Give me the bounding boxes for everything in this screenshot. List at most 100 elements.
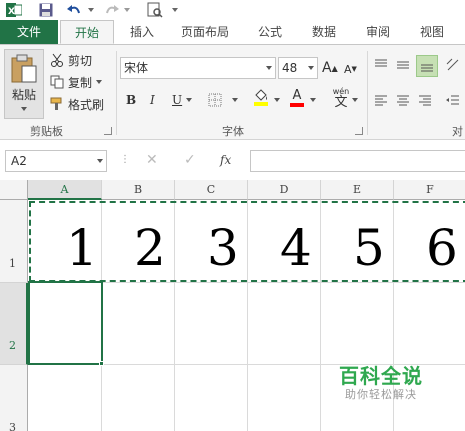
format-painter-button[interactable]: 格式刷: [50, 95, 104, 113]
font-launcher-icon[interactable]: [355, 127, 363, 135]
cell-f1[interactable]: 6: [394, 200, 465, 283]
cell-value: 1: [66, 219, 98, 277]
alignment-group-label: 对: [452, 125, 463, 138]
phonetic-guide-button[interactable]: wén 文: [330, 87, 352, 113]
tab-page-layout[interactable]: 页面布局: [172, 20, 238, 44]
decrease-font-size-button[interactable]: A ▼: [344, 61, 360, 77]
fill-color-button[interactable]: [252, 89, 270, 111]
print-preview-icon[interactable]: [146, 1, 164, 19]
align-center-icon: [397, 95, 409, 106]
row-header-2[interactable]: 2: [0, 283, 28, 365]
column-header-c[interactable]: C: [175, 180, 248, 200]
row-number: 3: [9, 421, 16, 431]
align-bottom-icon: [421, 64, 433, 72]
column-header-b[interactable]: B: [102, 180, 175, 200]
cell-a1[interactable]: 1: [28, 200, 102, 283]
cut-button[interactable]: 剪切: [50, 51, 92, 69]
watermark-subtitle: 助你轻松解决: [345, 388, 417, 401]
tab-formulas[interactable]: 公式: [248, 20, 292, 44]
paint-bucket-icon: [255, 89, 267, 101]
increase-font-size-button[interactable]: A ▲: [322, 59, 338, 77]
format-painter-label: 格式刷: [68, 97, 105, 112]
insert-function-button[interactable]: fx: [220, 153, 231, 167]
cell-e2[interactable]: [321, 283, 394, 365]
tab-review[interactable]: 审阅: [356, 20, 400, 44]
worksheet-grid[interactable]: A B C D E F 1 2 3 1 2 3 4 5 6 百科全说 助你轻松解…: [0, 180, 465, 431]
align-right-icon: [419, 95, 431, 106]
cell-b1[interactable]: 2: [102, 200, 175, 283]
name-box[interactable]: A2: [5, 150, 107, 172]
column-header-f[interactable]: F: [394, 180, 465, 200]
select-all-corner[interactable]: [0, 180, 28, 200]
font-size-select[interactable]: 48: [278, 57, 318, 79]
chevron-down-icon[interactable]: [170, 1, 180, 19]
cell-value: 6: [426, 219, 458, 277]
cell-a2[interactable]: [28, 283, 102, 365]
column-header-e[interactable]: E: [321, 180, 394, 200]
border-button[interactable]: [208, 91, 224, 109]
italic-button[interactable]: I: [150, 91, 164, 109]
align-top-button[interactable]: [374, 57, 390, 73]
cell-d2[interactable]: [248, 283, 321, 365]
tab-home[interactable]: 开始: [60, 20, 114, 44]
row-header-1[interactable]: 1: [0, 200, 28, 283]
ribbon-home: 粘贴 剪切 复制 格式刷 剪贴板 宋体 48 A ▲ A ▼ B I U A w…: [0, 44, 465, 140]
formula-bar: A2 ⋮ ✕ ✓ fx: [0, 140, 465, 180]
name-box-value: A2: [11, 154, 27, 168]
tab-file[interactable]: 文件: [0, 20, 58, 44]
font-name-value: 宋体: [124, 61, 149, 75]
align-bottom-button[interactable]: [416, 55, 438, 77]
chevron-down-icon[interactable]: [232, 91, 240, 109]
chevron-down-icon[interactable]: [186, 91, 194, 109]
column-header-a[interactable]: A: [28, 180, 102, 200]
orientation-button[interactable]: [446, 57, 462, 73]
cut-label: 剪切: [68, 53, 93, 68]
chevron-down-icon[interactable]: [86, 1, 96, 19]
cell-c3[interactable]: [175, 365, 248, 431]
formula-input[interactable]: [250, 150, 465, 172]
row-number: 1: [9, 257, 16, 270]
align-left-icon: [375, 95, 387, 106]
align-center-button[interactable]: [396, 93, 412, 109]
cell-d1[interactable]: 4: [248, 200, 321, 283]
clipboard-launcher-icon[interactable]: [104, 127, 112, 135]
redo-icon[interactable]: [104, 1, 120, 19]
save-icon[interactable]: [38, 1, 54, 19]
row-header-3[interactable]: 3: [0, 365, 28, 431]
paste-button[interactable]: 粘贴: [4, 49, 44, 119]
copy-button[interactable]: 复制: [50, 73, 103, 91]
cell-d3[interactable]: [248, 365, 321, 431]
chevron-down-icon[interactable]: [352, 91, 360, 109]
align-middle-button[interactable]: [396, 57, 412, 73]
bold-button[interactable]: B: [126, 91, 140, 109]
chevron-down-icon[interactable]: [122, 1, 132, 19]
undo-icon[interactable]: [66, 1, 82, 19]
underline-button[interactable]: U: [172, 91, 184, 109]
watermark-title: 百科全说: [339, 364, 423, 388]
formula-bar-grip-icon: ⋮: [120, 154, 130, 165]
tab-insert[interactable]: 插入: [120, 20, 164, 44]
cell-f2[interactable]: [394, 283, 465, 365]
chevron-down-icon[interactable]: [274, 91, 282, 109]
cell-a3[interactable]: [28, 365, 102, 431]
cell-c1[interactable]: 3: [175, 200, 248, 283]
chevron-down-icon: [96, 80, 103, 84]
copy-icon: [50, 75, 64, 89]
tab-view[interactable]: 视图: [410, 20, 454, 44]
enter-icon[interactable]: ✓: [184, 152, 196, 168]
cell-c2[interactable]: [175, 283, 248, 365]
cancel-icon[interactable]: ✕: [146, 152, 158, 168]
column-header-d[interactable]: D: [248, 180, 321, 200]
font-name-select[interactable]: 宋体: [120, 57, 276, 79]
cell-e1[interactable]: 5: [321, 200, 394, 283]
decrease-indent-button[interactable]: [446, 93, 462, 109]
tab-data[interactable]: 数据: [302, 20, 346, 44]
align-right-button[interactable]: [418, 93, 434, 109]
row-number: 2: [9, 339, 16, 352]
chevron-down-icon[interactable]: [310, 91, 318, 109]
cell-b3[interactable]: [102, 365, 175, 431]
cell-b2[interactable]: [102, 283, 175, 365]
font-color-button[interactable]: A: [288, 89, 306, 111]
fill-handle[interactable]: [99, 361, 104, 366]
align-left-button[interactable]: [374, 93, 390, 109]
